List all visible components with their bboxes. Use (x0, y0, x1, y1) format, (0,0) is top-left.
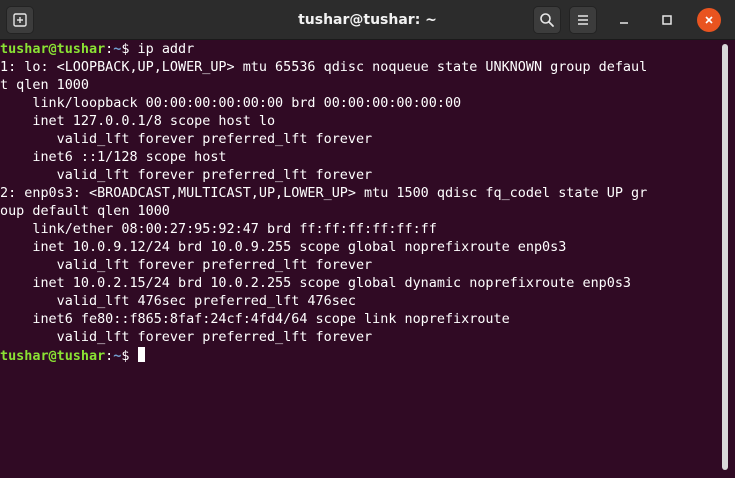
output-line: 2: enp0s3: <BROADCAST,MULTICAST,UP,LOWER… (0, 186, 648, 201)
hamburger-menu-icon (578, 15, 588, 25)
scrollbar[interactable] (722, 44, 728, 470)
terminal-content[interactable]: tushar@tushar:~$ ip addr 1: lo: <LOOPBACK… (0, 41, 720, 478)
close-button[interactable] (697, 8, 721, 32)
output-line: valid_lft forever preferred_lft forever (0, 330, 373, 345)
command-line: tushar@tushar:~$ ip addr (0, 41, 720, 59)
prompt-symbol: $ (121, 42, 138, 57)
maximize-icon (662, 15, 672, 25)
search-button[interactable] (533, 6, 561, 34)
menu-button[interactable] (569, 6, 597, 34)
output-line: valid_lft forever preferred_lft forever (0, 168, 373, 183)
terminal-lines: tushar@tushar:~$ ip addr 1: lo: <LOOPBACK… (0, 41, 720, 365)
text-cursor (137, 347, 145, 362)
output-line: valid_lft forever preferred_lft forever (0, 132, 373, 147)
minimize-button[interactable] (612, 8, 636, 32)
close-icon (705, 16, 713, 24)
terminal-window: tushar@tushar: ~ tushar@tushar:~$ ip add… (0, 0, 735, 478)
maximize-button[interactable] (655, 8, 679, 32)
new-tab-button[interactable] (6, 6, 34, 34)
prompt-line: tushar@tushar:~$ (0, 347, 720, 365)
search-icon (540, 13, 554, 27)
command-text: ip addr (137, 42, 195, 57)
output-line: valid_lft forever preferred_lft forever (0, 258, 373, 273)
prompt-symbol: $ (121, 349, 138, 364)
prompt-user-host: tushar@tushar (0, 349, 106, 364)
prompt-user-host: tushar@tushar (0, 42, 106, 57)
output-line: valid_lft 476sec preferred_lft 476sec (0, 294, 356, 309)
output-line: t qlen 1000 (0, 78, 89, 93)
output-line: inet 127.0.0.1/8 scope host lo (0, 114, 276, 129)
output-line: inet6 ::1/128 scope host (0, 150, 227, 165)
new-tab-icon (13, 13, 27, 27)
output-line: oup default qlen 1000 (0, 204, 170, 219)
title-bar[interactable]: tushar@tushar: ~ (0, 0, 735, 40)
output-line: inet6 fe80::f865:8faf:24cf:4fd4/64 scope… (0, 312, 510, 327)
output-line: inet 10.0.9.12/24 brd 10.0.9.255 scope g… (0, 240, 567, 255)
minimize-icon (620, 22, 628, 24)
output-line: inet 10.0.2.15/24 brd 10.0.2.255 scope g… (0, 276, 632, 291)
output-line: link/ether 08:00:27:95:92:47 brd ff:ff:f… (0, 222, 437, 237)
output-line: 1: lo: <LOOPBACK,UP,LOWER_UP> mtu 65536 … (0, 60, 648, 75)
output-line: link/loopback 00:00:00:00:00:00 brd 00:0… (0, 96, 462, 111)
